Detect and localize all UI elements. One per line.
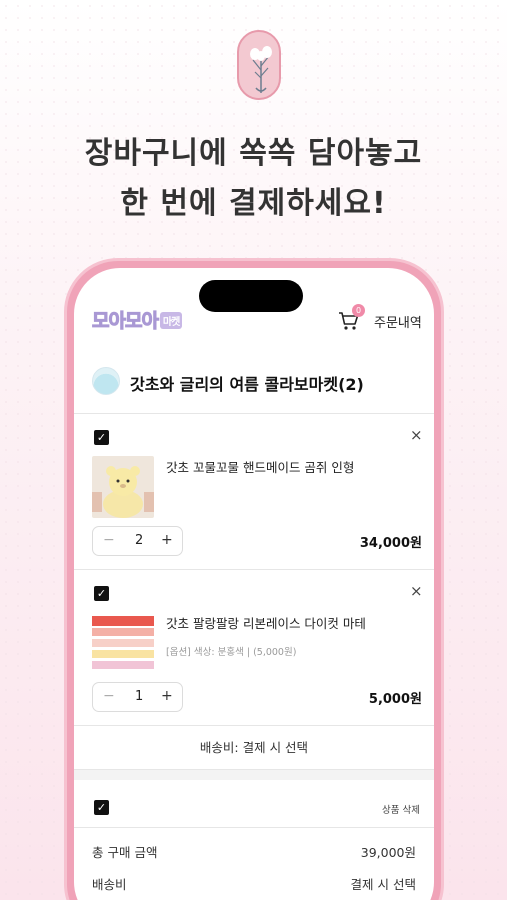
- total-label: 총 구매 금액: [92, 845, 158, 860]
- phone-frame: 모아모아 마켓 0 주문내역 갓초와 글리의 여름 콜라보마켓(2) ✓ × 갓…: [64, 258, 444, 900]
- headline-line-1: 장바구니에 쏙쏙 담아놓고: [84, 136, 423, 171]
- product-thumbnail[interactable]: [92, 456, 154, 518]
- product-thumbnail[interactable]: [92, 612, 154, 674]
- app-header: 모아모아 마켓 0 주문내역: [74, 298, 434, 342]
- cart-item: ✓ × 갓초 꼬물꼬물 핸드메이드 곰쥐 인형 − 2 + 34,000원: [74, 414, 434, 570]
- product-option: [옵션] 색상: 분홍색 | (5,000원): [166, 647, 297, 658]
- remove-item-button[interactable]: ×: [410, 426, 423, 444]
- decrease-qty-button[interactable]: −: [103, 532, 115, 548]
- store-header: 갓초와 글리의 여름 콜라보마켓(2): [74, 356, 434, 414]
- remove-item-button[interactable]: ×: [410, 582, 423, 600]
- select-all-checkbox[interactable]: ✓: [94, 800, 109, 815]
- decrease-qty-button[interactable]: −: [103, 688, 115, 704]
- section-divider: [74, 770, 434, 780]
- quantity-stepper: − 1 +: [92, 682, 183, 712]
- product-name[interactable]: 갓초 팔랑팔랑 리본레이스 다이컷 마테: [166, 613, 366, 632]
- store-name: 갓초와 글리의 여름 콜라보마켓(2): [130, 375, 364, 394]
- total-row: 총 구매 금액 39,000원: [92, 842, 416, 861]
- logo-text: 모아모아: [92, 310, 160, 333]
- delete-selected-button[interactable]: 상품 삭제: [382, 802, 420, 816]
- item-price: 34,000원: [359, 536, 422, 551]
- phone-screen: 모아모아 마켓 0 주문내역 갓초와 글리의 여름 콜라보마켓(2) ✓ × 갓…: [74, 268, 434, 900]
- cart-count-badge: 0: [352, 304, 365, 317]
- logo-sub: 마켓: [159, 312, 183, 329]
- total-value: 39,000원: [360, 845, 416, 860]
- app-logo[interactable]: 모아모아 마켓: [92, 306, 183, 336]
- shipping-note: 배송비: 결제 시 선택: [74, 726, 434, 770]
- shipping-value: 결제 시 선택: [350, 877, 416, 892]
- shipping-row: 배송비 결제 시 선택: [92, 874, 416, 893]
- headline-line-2: 한 번에 결제하세요!: [120, 186, 387, 221]
- quantity-value: 1: [135, 689, 144, 704]
- flower-badge-icon: [237, 30, 281, 100]
- product-name[interactable]: 갓초 꼬물꼬물 핸드메이드 곰쥐 인형: [166, 457, 354, 476]
- cart-item: ✓ × 갓초 팔랑팔랑 리본레이스 다이컷 마테 [옵션] 색상: 분홍색 | …: [74, 570, 434, 726]
- shipping-label: 배송비: [92, 877, 127, 892]
- increase-qty-button[interactable]: +: [161, 688, 173, 704]
- summary-controls: ✓ 상품 삭제: [74, 780, 434, 828]
- quantity-value: 2: [135, 533, 144, 548]
- item-price: 5,000원: [368, 692, 422, 707]
- cart-button[interactable]: 0: [337, 304, 365, 333]
- item-checkbox[interactable]: ✓: [94, 430, 109, 445]
- quantity-stepper: − 2 +: [92, 526, 183, 556]
- order-history-link[interactable]: 주문내역: [374, 312, 422, 331]
- increase-qty-button[interactable]: +: [161, 532, 173, 548]
- store-avatar: [92, 367, 120, 395]
- item-checkbox[interactable]: ✓: [94, 586, 109, 601]
